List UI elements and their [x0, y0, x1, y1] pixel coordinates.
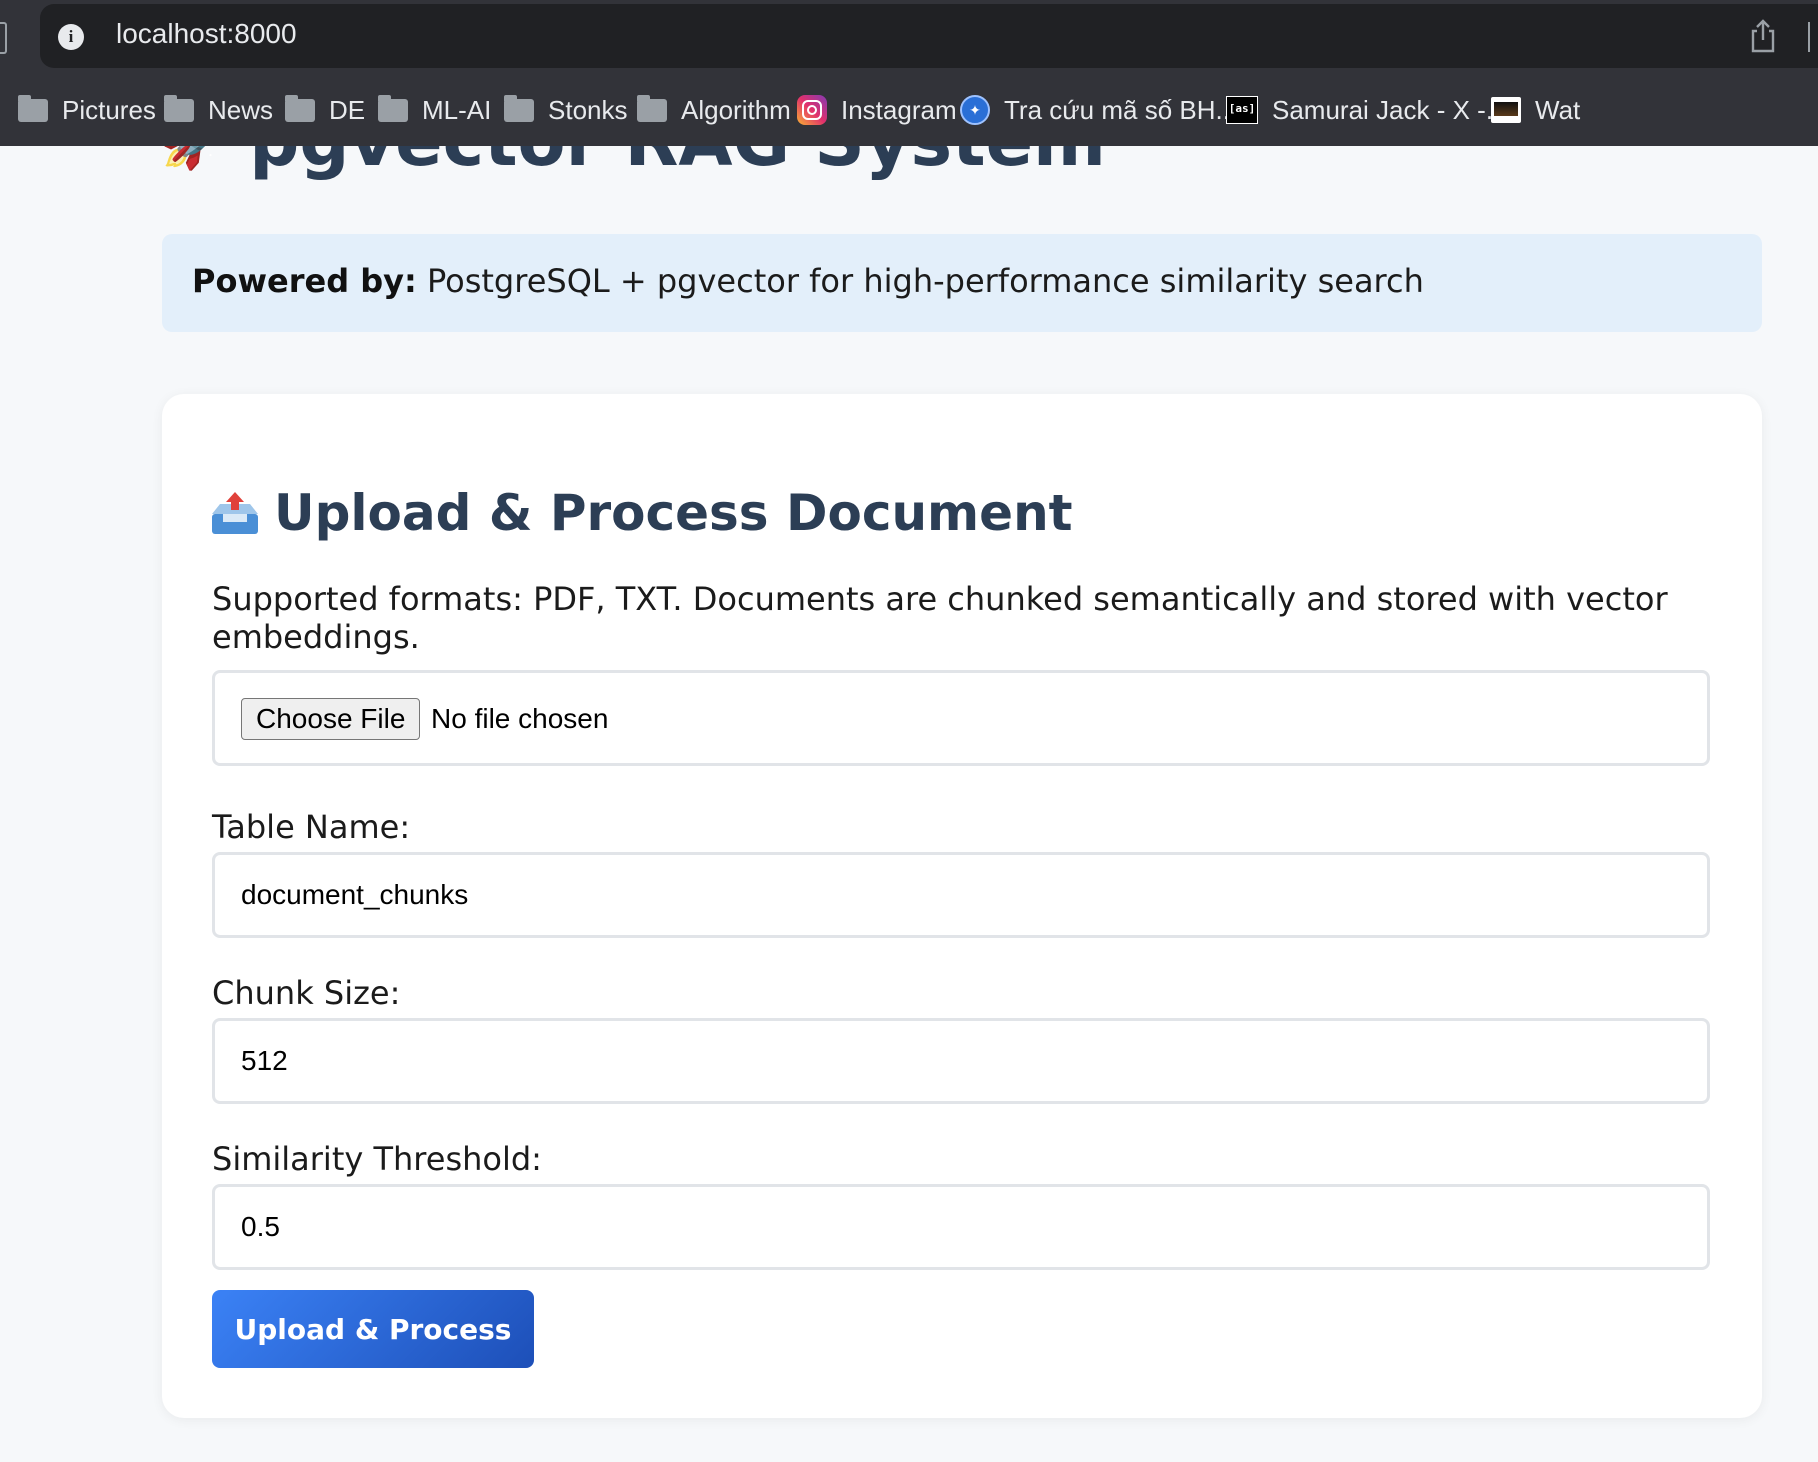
folder-icon — [164, 94, 194, 122]
bookmark-wat[interactable]: Wat — [1491, 88, 1580, 132]
bookmark-label: Stonks — [548, 94, 628, 125]
bookmark-label: Instagram — [841, 94, 957, 125]
site-info-icon[interactable]: i — [58, 24, 84, 50]
bookmarks-bar: Pictures News DE ML-AI Stonks Algorithm … — [0, 88, 1818, 132]
bookmark-pictures[interactable]: Pictures — [18, 88, 156, 132]
similarity-threshold-input[interactable] — [212, 1184, 1710, 1270]
bookmark-label: ML-AI — [422, 94, 492, 125]
table-name-label: Table Name: — [212, 808, 411, 846]
bookmark-label: Wat — [1535, 94, 1581, 125]
file-status-text: No file chosen — [431, 703, 609, 734]
instagram-icon — [797, 95, 827, 125]
upload-card: Upload & Process Document Supported form… — [162, 394, 1762, 1418]
upload-description: Supported formats: PDF, TXT. Documents a… — [212, 580, 1668, 656]
site-icon — [1491, 97, 1521, 123]
upload-title: Upload & Process Document — [210, 484, 1073, 542]
toolbar-divider — [1808, 22, 1810, 52]
bookmark-label: DE — [329, 94, 366, 125]
table-name-input[interactable] — [212, 852, 1710, 938]
share-icon[interactable] — [1748, 18, 1778, 54]
powered-by-value: PostgreSQL + pgvector for high-performan… — [416, 262, 1424, 300]
upload-process-button[interactable]: Upload & Process — [212, 1290, 534, 1368]
bookmark-samurai-jack[interactable]: [as] Samurai Jack - X -... — [1226, 88, 1508, 132]
file-input[interactable]: Choose File No file chosen — [212, 670, 1710, 766]
browser-chrome: i localhost:8000 Pictures News DE ML-AI … — [0, 0, 1818, 146]
folder-icon — [285, 94, 315, 122]
bookmark-de[interactable]: DE — [285, 88, 365, 132]
folder-icon — [378, 94, 408, 122]
folder-icon — [18, 94, 48, 122]
bookmark-ml-ai[interactable]: ML-AI — [378, 88, 491, 132]
similarity-threshold-label: Similarity Threshold: — [212, 1140, 542, 1178]
sidebar-toggle-icon[interactable] — [0, 22, 7, 54]
bookmark-news[interactable]: News — [164, 88, 273, 132]
powered-by-label: Powered by: — [192, 262, 417, 300]
powered-by-banner: Powered by: PostgreSQL + pgvector for hi… — [162, 234, 1762, 332]
bookmark-stonks[interactable]: Stonks — [504, 88, 628, 132]
chunk-size-label: Chunk Size: — [212, 974, 401, 1012]
bookmark-label: Algorithm — [681, 94, 791, 125]
bookmark-label: News — [208, 94, 274, 125]
inbox-tray-icon — [212, 492, 258, 534]
address-url[interactable]: localhost:8000 — [116, 18, 297, 50]
bookmark-algorithm[interactable]: Algorithm — [637, 88, 791, 132]
powered-by-text: Powered by: PostgreSQL + pgvector for hi… — [192, 262, 1424, 300]
chunk-size-input[interactable] — [212, 1018, 1710, 1104]
choose-file-button[interactable]: Choose File — [241, 698, 421, 740]
bookmark-bhxh[interactable]: ✦ Tra cứu mã số BH... — [960, 88, 1237, 132]
bhxh-icon: ✦ — [960, 95, 990, 125]
bookmark-label: Samurai Jack - X -... — [1272, 94, 1508, 125]
bookmark-label: Pictures — [62, 94, 156, 125]
address-bar[interactable]: i localhost:8000 — [40, 4, 1818, 68]
bookmark-instagram[interactable]: Instagram — [797, 88, 957, 132]
as-icon: [as] — [1226, 96, 1258, 124]
folder-icon — [504, 94, 534, 122]
upload-title-text: Upload & Process Document — [274, 484, 1073, 542]
bookmark-label: Tra cứu mã số BH... — [1004, 94, 1238, 125]
folder-icon — [637, 94, 667, 122]
